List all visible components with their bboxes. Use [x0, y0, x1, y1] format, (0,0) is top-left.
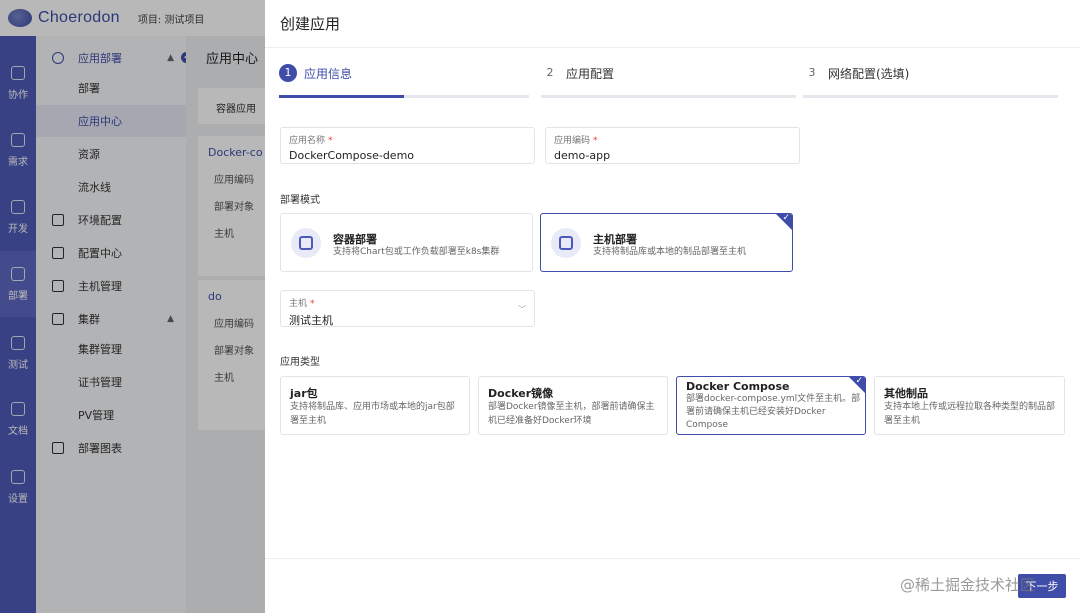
deploy-mode-container[interactable]: 容器部署 支持将Chart包或工作负载部署至k8s集群: [280, 213, 533, 272]
option-desc: 支持将Chart包或工作负载部署至k8s集群: [333, 247, 500, 257]
option-title: 其他制品: [884, 387, 928, 400]
step-number: 2: [546, 66, 554, 79]
step-app-config[interactable]: 2 应用配置: [541, 64, 796, 98]
step-progress-bar: [541, 95, 796, 98]
step-number: 3: [808, 66, 816, 79]
step-label: 网络配置(选填): [828, 67, 910, 81]
field-label: 应用编码 *: [554, 136, 598, 146]
divider: [265, 558, 1080, 559]
step-progress-bar: [279, 95, 529, 98]
app-type-other[interactable]: 其他制品 支持本地上传或远程拉取各种类型的制品部署至主机: [874, 376, 1065, 435]
step-label: 应用配置: [566, 67, 615, 81]
app-type-label: 应用类型: [280, 357, 320, 368]
watermark: @稀土掘金技术社区: [900, 576, 1036, 594]
step-app-info[interactable]: 1 应用信息: [279, 64, 529, 98]
app-type-jar[interactable]: jar包 支持将制品库、应用市场或本地的jar包部署至主机: [280, 376, 470, 435]
app-code-input[interactable]: demo-app: [554, 149, 610, 162]
deploy-mode-host[interactable]: 主机部署 支持将制品库或本地的制品部署至主机 ✓: [540, 213, 793, 272]
app-type-docker-image[interactable]: Docker镜像 部署Docker镜像至主机，部署前请确保主机已经准备好Dock…: [478, 376, 668, 435]
create-app-drawer: 创建应用 1 应用信息 2 应用配置 3 网络配置(选填) 应用名称 * Dock…: [265, 0, 1080, 613]
container-deploy-icon: [291, 228, 321, 258]
option-desc: 支持将制品库或本地的制品部署至主机: [593, 247, 747, 257]
host-select[interactable]: 主机 * 测试主机 ﹀: [280, 290, 535, 327]
check-icon: ✓: [855, 376, 863, 386]
option-title: Docker镜像: [488, 387, 554, 400]
option-desc: 部署docker-compose.yml文件至主机。部署前请确保主机已经安装好D…: [686, 394, 861, 430]
step-label: 应用信息: [304, 67, 353, 81]
step-progress-bar: [803, 95, 1058, 98]
app-name-field[interactable]: 应用名称 * DockerCompose-demo: [280, 127, 535, 164]
drawer-title: 创建应用: [280, 15, 341, 33]
field-label: 主机 *: [289, 299, 315, 309]
option-desc: 支持本地上传或远程拉取各种类型的制品部署至主机: [884, 402, 1056, 426]
app-type-docker-compose[interactable]: Docker Compose 部署docker-compose.yml文件至主机…: [676, 376, 866, 435]
option-desc: 部署Docker镜像至主机，部署前请确保主机已经准备好Docker环境: [488, 402, 655, 426]
field-label: 应用名称 *: [289, 136, 333, 146]
option-title: Docker Compose: [686, 380, 790, 393]
check-icon: ✓: [782, 213, 790, 223]
app-code-field[interactable]: 应用编码 * demo-app: [545, 127, 800, 164]
chevron-down-icon: ﹀: [518, 305, 526, 314]
deploy-mode-label: 部署模式: [280, 195, 320, 206]
modal-mask[interactable]: [0, 0, 265, 613]
step-number: 1: [279, 64, 297, 82]
option-desc: 支持将制品库、应用市场或本地的jar包部署至主机: [290, 402, 455, 426]
step-progress-fill: [279, 95, 404, 98]
step-network-config[interactable]: 3 网络配置(选填): [803, 64, 1058, 98]
option-title: jar包: [290, 387, 318, 400]
divider: [265, 47, 1080, 48]
app-name-input[interactable]: DockerCompose-demo: [289, 149, 414, 162]
server-icon: [551, 228, 581, 258]
host-select-value: 测试主机: [289, 314, 333, 327]
